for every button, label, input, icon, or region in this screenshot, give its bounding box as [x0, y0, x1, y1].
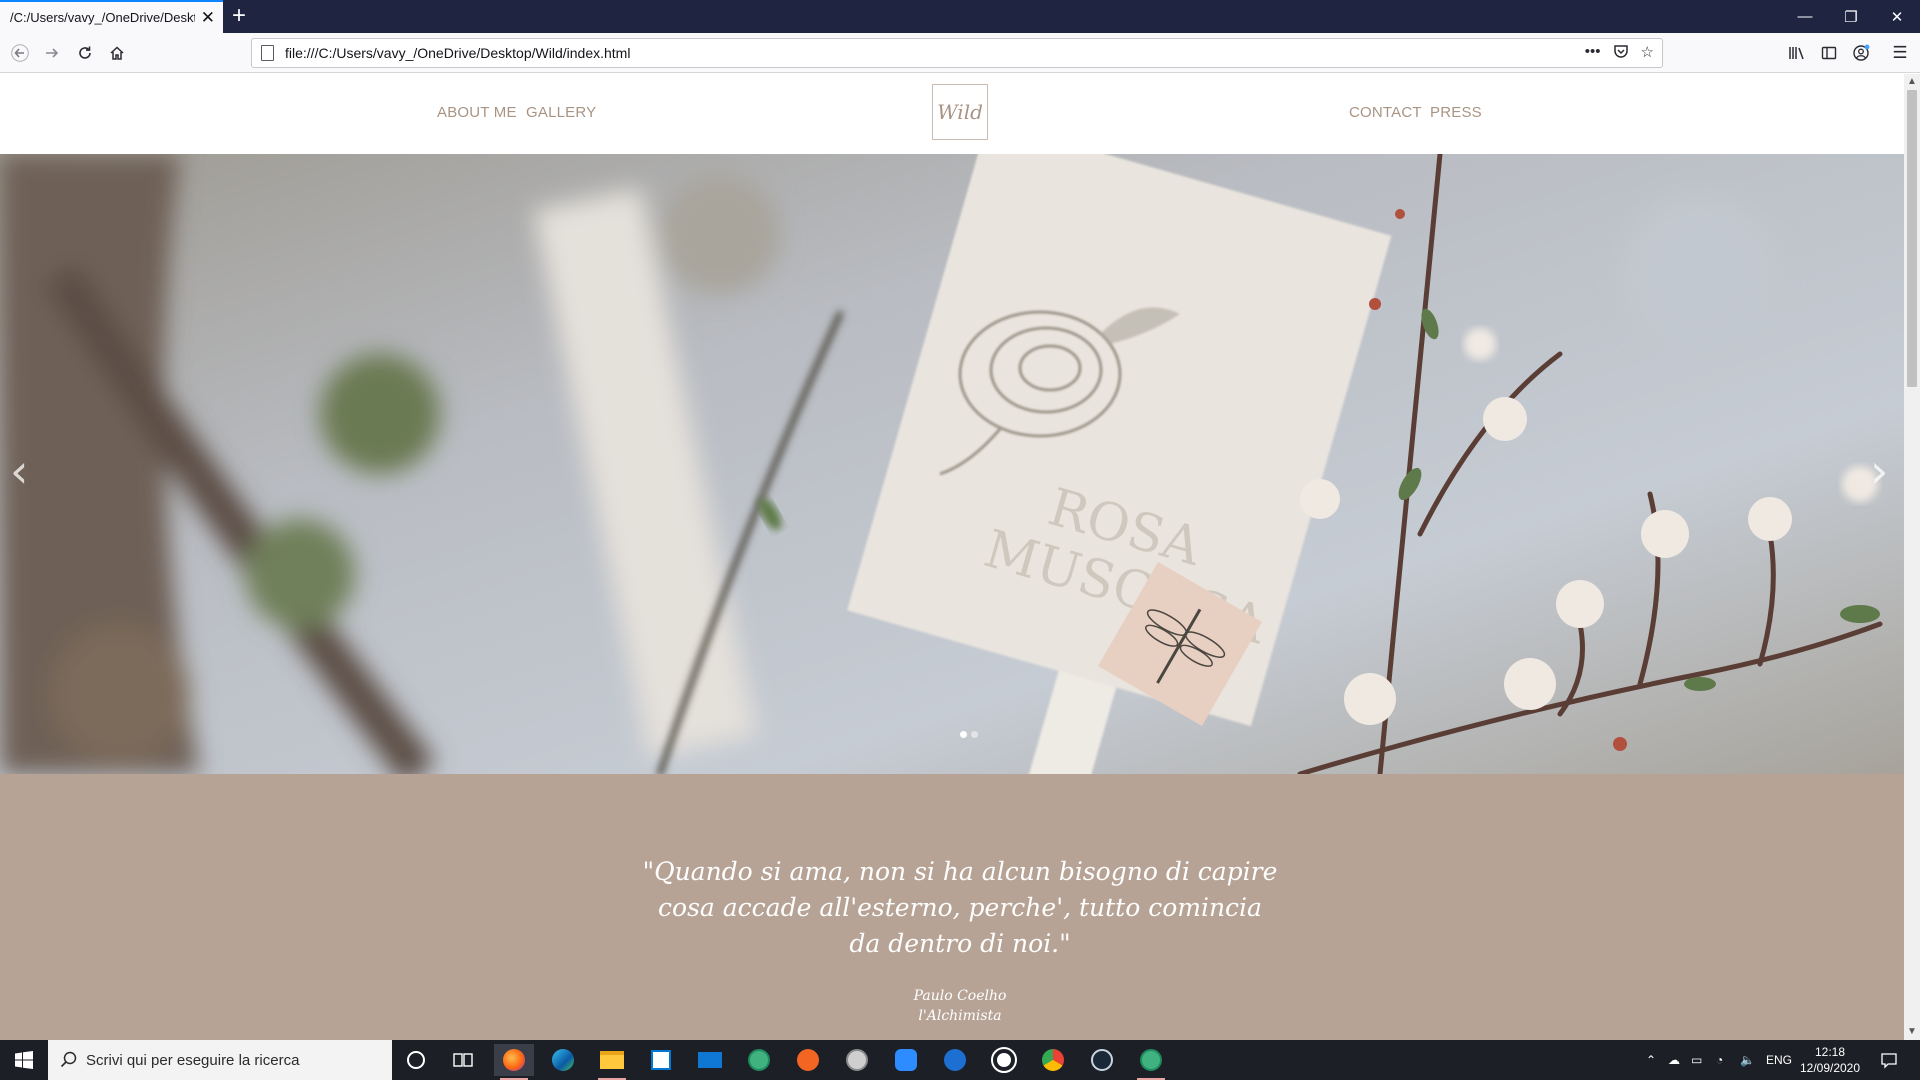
- xbox-icon[interactable]: [984, 1044, 1024, 1076]
- search-icon: [60, 1051, 77, 1073]
- app-gray-icon[interactable]: [837, 1044, 877, 1076]
- minimize-icon[interactable]: —: [1782, 0, 1828, 33]
- site-logo[interactable]: Wild: [932, 84, 988, 140]
- quote-section: "Quando si ama, non si ha alcun bisogno …: [0, 774, 1904, 1040]
- site-header: ABOUT ME GALLERY Wild CONTACT PRESS: [0, 74, 1904, 154]
- edge-taskbar-icon[interactable]: [543, 1044, 583, 1076]
- mail-icon[interactable]: [690, 1044, 730, 1076]
- search-placeholder: Scrivi qui per eseguire la ricerca: [86, 1051, 300, 1069]
- nav-contact[interactable]: CONTACT: [1349, 104, 1422, 121]
- reload-icon[interactable]: [72, 40, 98, 66]
- back-icon[interactable]: [7, 40, 33, 66]
- menu-icon[interactable]: ☰: [1887, 40, 1913, 66]
- onedrive-icon[interactable]: ☁: [1668, 1040, 1680, 1080]
- logo-text: Wild: [937, 100, 983, 124]
- hero-carousel: ROSA MUSCOSA ‹ ›: [0, 154, 1904, 774]
- store-icon[interactable]: [641, 1044, 681, 1076]
- cortana-icon[interactable]: [396, 1044, 436, 1076]
- forward-icon[interactable]: [39, 40, 65, 66]
- tab-close-icon[interactable]: ✕: [201, 8, 215, 28]
- nav-press[interactable]: PRESS: [1430, 104, 1482, 121]
- clock[interactable]: 12:18 12/09/2020: [1790, 1044, 1870, 1076]
- pocket-icon[interactable]: [1613, 43, 1629, 63]
- page-actions-icon[interactable]: •••: [1585, 43, 1601, 63]
- url-text[interactable]: file:///C:/Users/vavy_/OneDrive/Desktop/…: [285, 45, 630, 61]
- nav-about-me[interactable]: ABOUT ME: [437, 104, 517, 121]
- restore-icon[interactable]: ❐: [1828, 0, 1874, 33]
- close-window-icon[interactable]: ✕: [1874, 0, 1920, 33]
- scroll-up-icon[interactable]: ▲: [1907, 76, 1917, 87]
- quote-attribution: Paulo Coelho l'Alchimista: [0, 986, 1904, 1026]
- new-tab-button[interactable]: +: [232, 3, 246, 29]
- scroll-thumb[interactable]: [1907, 90, 1917, 387]
- file-explorer-icon[interactable]: [592, 1044, 632, 1080]
- bookmark-star-icon[interactable]: ☆: [1641, 43, 1654, 63]
- zoom-icon[interactable]: [886, 1044, 926, 1076]
- app-green-active-icon[interactable]: [1131, 1044, 1171, 1080]
- carousel-dot-2[interactable]: [971, 731, 978, 738]
- steam-icon[interactable]: [1082, 1044, 1122, 1076]
- volume-icon[interactable]: 🔈: [1740, 1040, 1755, 1080]
- navigation-toolbar: file:///C:/Users/vavy_/OneDrive/Desktop/…: [0, 33, 1920, 73]
- tray-chevron-icon[interactable]: ⌃: [1646, 1040, 1656, 1080]
- battery-icon[interactable]: ▭: [1691, 1040, 1702, 1080]
- carousel-indicators: [960, 731, 978, 738]
- scroll-down-icon[interactable]: ▼: [1907, 1026, 1917, 1037]
- page-viewport: ABOUT ME GALLERY Wild CONTACT PRESS ROSA…: [0, 74, 1904, 1040]
- tab-title: /C:/Users/vavy_/OneDrive/Desktop: [10, 10, 195, 25]
- tab-active[interactable]: /C:/Users/vavy_/OneDrive/Desktop ✕: [0, 0, 223, 33]
- hero-image: ROSA MUSCOSA: [0, 154, 1904, 774]
- home-icon[interactable]: [104, 40, 130, 66]
- app-green-icon[interactable]: [739, 1044, 779, 1076]
- language-indicator[interactable]: ENG: [1766, 1040, 1792, 1080]
- quote-author: Paulo Coelho: [913, 988, 1007, 1004]
- notifications-icon[interactable]: [1880, 1040, 1898, 1080]
- carousel-dot-1[interactable]: [960, 731, 967, 738]
- carousel-next-icon[interactable]: ›: [1870, 444, 1888, 498]
- windows-start-icon[interactable]: [0, 1040, 48, 1080]
- tab-strip: /C:/Users/vavy_/OneDrive/Desktop ✕ + — ❐…: [0, 0, 1920, 33]
- taskbar: Scrivi qui per eseguire la ricerca ⌃ ☁ ▭…: [0, 1040, 1920, 1080]
- clock-date: 12/09/2020: [1799, 1061, 1861, 1075]
- clock-time: 12:18: [1814, 1045, 1846, 1059]
- url-bar[interactable]: file:///C:/Users/vavy_/OneDrive/Desktop/…: [251, 38, 1663, 68]
- nav-gallery[interactable]: GALLERY: [526, 104, 596, 121]
- wifi-icon[interactable]: ◔: [1716, 1040, 1723, 1080]
- taskbar-search[interactable]: Scrivi qui per eseguire la ricerca: [48, 1040, 392, 1080]
- app-blue-icon[interactable]: [935, 1044, 975, 1076]
- chrome-icon[interactable]: [1033, 1044, 1073, 1076]
- firefox-taskbar-icon[interactable]: [494, 1044, 534, 1080]
- app-orange-icon[interactable]: [788, 1044, 828, 1076]
- task-view-icon[interactable]: [443, 1044, 483, 1076]
- carousel-prev-icon[interactable]: ‹: [10, 444, 28, 498]
- account-icon[interactable]: [1848, 40, 1874, 66]
- quote-text: "Quando si ama, non si ha alcun bisogno …: [642, 857, 1278, 958]
- library-icon[interactable]: [1784, 40, 1810, 66]
- quote-source: l'Alchimista: [918, 1008, 1002, 1024]
- sidebar-icon[interactable]: [1816, 40, 1842, 66]
- page-icon: [261, 45, 274, 61]
- page-scrollbar[interactable]: ▲ ▼: [1904, 74, 1920, 1040]
